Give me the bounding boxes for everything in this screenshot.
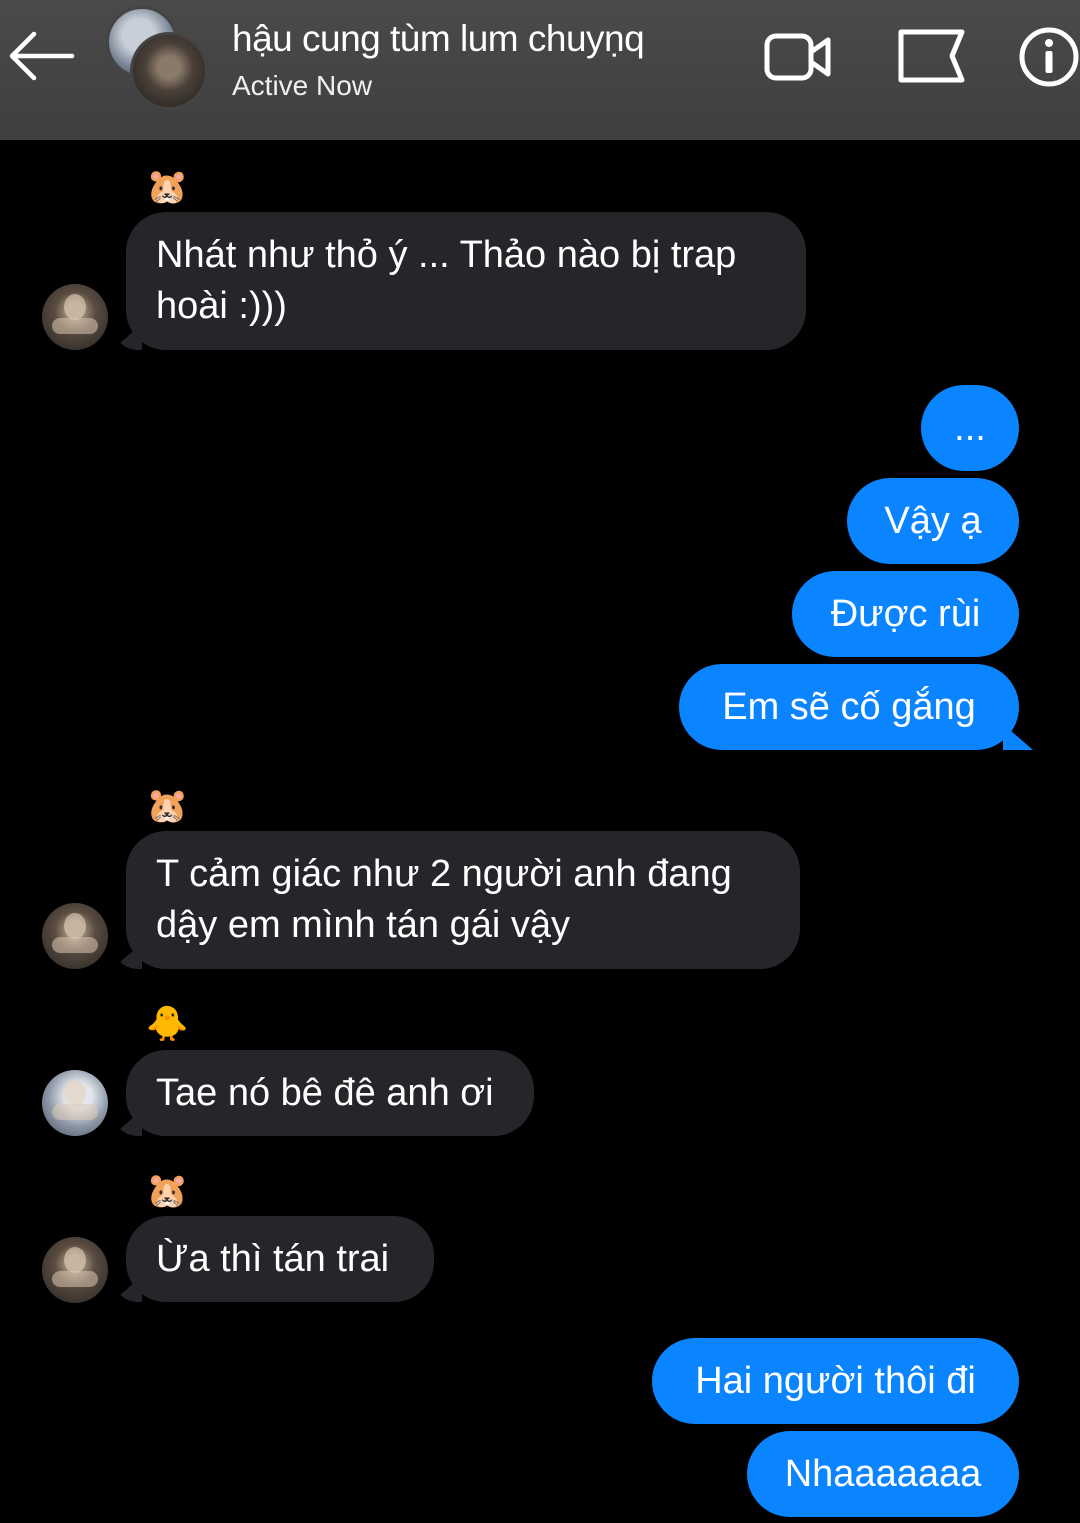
video-call-button[interactable] <box>762 26 832 88</box>
incoming-message[interactable]: Ừa thì tán trai <box>126 1216 434 1302</box>
message-text: T cảm giác như 2 người anh đang <box>156 853 732 895</box>
back-button[interactable] <box>4 26 76 86</box>
group-avatar[interactable] <box>104 6 208 110</box>
info-button[interactable] <box>1018 26 1080 88</box>
sender-emoji: 🐥 <box>146 1005 189 1043</box>
sender-avatar[interactable] <box>42 1070 108 1136</box>
message-text: Tae nó bê đê anh ơi <box>156 1071 494 1114</box>
arrow-left-icon <box>9 31 75 81</box>
outgoing-message[interactable]: Được rùi <box>792 571 1019 657</box>
incoming-message[interactable]: T cảm giác như 2 người anh đang dậy em m… <box>126 831 800 969</box>
message-text: Hai người thôi đi <box>695 1359 976 1402</box>
avatar <box>130 32 208 110</box>
sender-emoji: 🐹 <box>146 787 189 825</box>
sender-emoji: 🐹 <box>146 168 189 206</box>
message-text: hoài :))) <box>156 285 287 327</box>
sender-avatar[interactable] <box>42 903 108 969</box>
chat-header: hậu cung tùm lum chuyṇq Active Now <box>0 0 1080 140</box>
message-text: Nhát như thỏ ý ... Thảo nào bị trap <box>156 234 737 276</box>
message-text: Vậy ạ <box>884 499 982 542</box>
info-icon <box>1019 27 1079 87</box>
message-text: Ừa thì tán trai <box>156 1237 390 1280</box>
outgoing-message[interactable]: Em sẽ cố gắng <box>679 664 1019 750</box>
message-text: dậy em mình tán gái vậy <box>156 904 570 946</box>
flag-icon <box>898 29 965 83</box>
message-text: ... <box>954 406 986 449</box>
active-status: Active Now <box>232 70 373 101</box>
message-text: Nhaaaaaaa <box>784 1452 982 1495</box>
outgoing-message[interactable]: Hai người thôi đi <box>652 1338 1019 1424</box>
video-camera-icon <box>764 33 831 81</box>
outgoing-message[interactable]: ... <box>921 385 1019 471</box>
sender-avatar[interactable] <box>42 1237 108 1303</box>
message-text: Em sẽ cố gắng <box>722 685 976 728</box>
flag-button[interactable] <box>896 26 966 88</box>
outgoing-message[interactable]: Vậy ạ <box>847 478 1019 564</box>
outgoing-message[interactable]: Nhaaaaaaa <box>747 1431 1019 1517</box>
chat-title[interactable]: hậu cung tùm lum chuyṇq <box>232 18 645 60</box>
incoming-message[interactable]: Tae nó bê đê anh ơi <box>126 1050 534 1136</box>
sender-emoji: 🐹 <box>146 1172 189 1210</box>
sender-avatar[interactable] <box>42 284 108 350</box>
incoming-message[interactable]: Nhát như thỏ ý ... Thảo nào bị trap hoài… <box>126 212 806 350</box>
message-text: Được rùi <box>830 592 981 635</box>
